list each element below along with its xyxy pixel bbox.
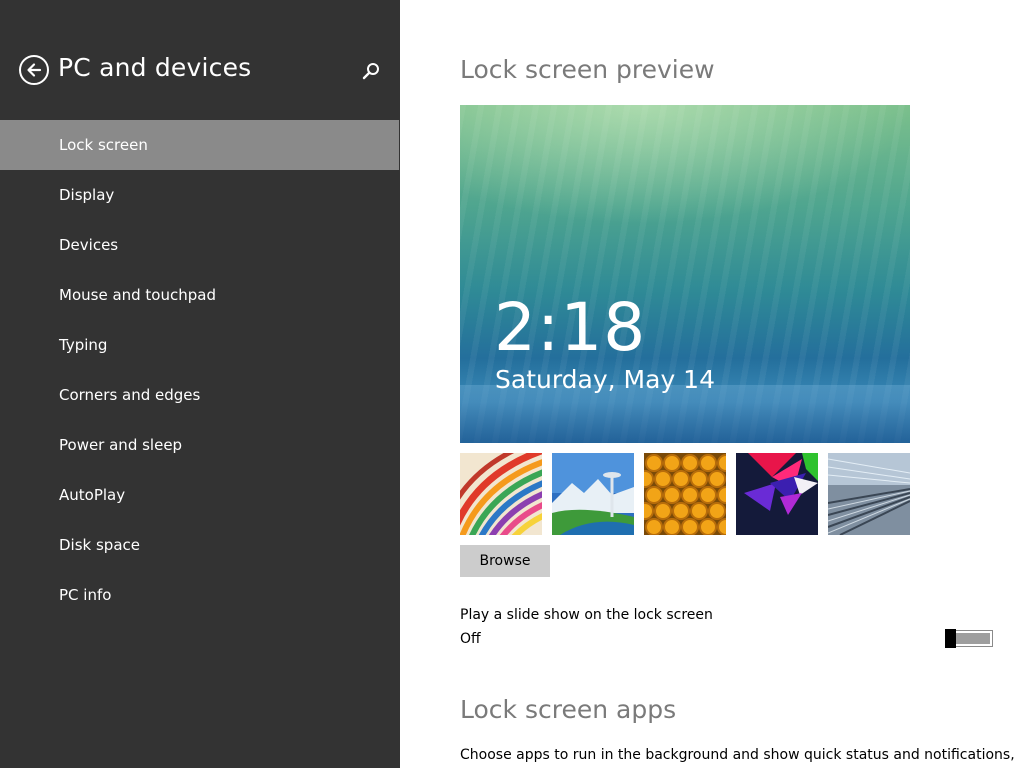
thumbnail-colorful-stripes[interactable]	[460, 453, 542, 535]
back-button[interactable]	[19, 55, 49, 85]
nav-item-display[interactable]: Display	[0, 170, 399, 220]
thumbnail-tunnel-rails[interactable]	[828, 453, 910, 535]
tunnel-rails-image	[828, 453, 910, 535]
toggle-thumb[interactable]	[945, 629, 956, 648]
browse-button[interactable]: Browse	[460, 545, 550, 577]
main-content: Lock screen preview 2:18 Saturday, May 1…	[400, 0, 1024, 768]
nav-item-typing[interactable]: Typing	[0, 320, 399, 370]
geometric-shapes-image	[736, 453, 818, 535]
page-title: PC and devices	[58, 53, 252, 82]
sidebar: PC and devices Lock screen Display Devic…	[0, 0, 400, 768]
colorful-stripes-image	[460, 453, 542, 535]
slideshow-toggle-state: Off	[460, 631, 481, 647]
slideshow-label: Play a slide show on the lock screen	[460, 607, 713, 623]
lock-screen-preview-heading: Lock screen preview	[460, 55, 715, 84]
nav-item-corners-and-edges[interactable]: Corners and edges	[0, 370, 399, 420]
thumbnail-honeycomb[interactable]	[644, 453, 726, 535]
nav-item-pc-info[interactable]: PC info	[0, 570, 399, 620]
nav-item-autoplay[interactable]: AutoPlay	[0, 470, 399, 520]
thumbnail-geometric-shapes[interactable]	[736, 453, 818, 535]
slideshow-toggle[interactable]	[945, 629, 993, 648]
search-icon	[362, 63, 379, 80]
lock-screen-apps-description: Choose apps to run in the background and…	[460, 747, 1015, 763]
preview-time: 2:18	[494, 289, 647, 366]
settings-nav: Lock screen Display Devices Mouse and to…	[0, 120, 399, 620]
nav-item-devices[interactable]: Devices	[0, 220, 399, 270]
background-thumbnails	[460, 453, 910, 535]
lock-screen-preview: 2:18 Saturday, May 14	[460, 105, 910, 443]
nav-item-power-and-sleep[interactable]: Power and sleep	[0, 420, 399, 470]
nav-item-mouse-and-touchpad[interactable]: Mouse and touchpad	[0, 270, 399, 320]
thumbnail-space-needle[interactable]	[552, 453, 634, 535]
lock-screen-apps-heading: Lock screen apps	[460, 695, 677, 724]
nav-item-lock-screen[interactable]: Lock screen	[0, 120, 399, 170]
back-arrow-icon	[27, 63, 42, 77]
search-button[interactable]	[360, 60, 382, 82]
preview-date: Saturday, May 14	[495, 365, 715, 394]
nav-item-disk-space[interactable]: Disk space	[0, 520, 399, 570]
honeycomb-image	[644, 453, 726, 535]
space-needle-image	[552, 453, 634, 535]
